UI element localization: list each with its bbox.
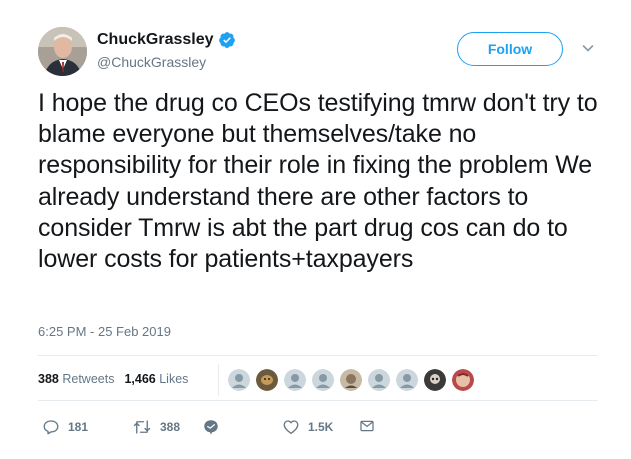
- stats-separator: [218, 364, 219, 396]
- avatar[interactable]: [38, 27, 87, 76]
- liker-avatar[interactable]: [340, 369, 362, 391]
- like-count: 1,466: [124, 372, 156, 386]
- retweet-icon: [133, 420, 151, 434]
- tweet-actions: 181 388 1.5K: [38, 418, 438, 438]
- direct-message-action[interactable]: [202, 418, 228, 436]
- liker-avatar[interactable]: [368, 369, 390, 391]
- share-action[interactable]: [359, 418, 383, 434]
- retweet-stat-label: Retweets: [62, 372, 115, 386]
- liker-avatars: [228, 369, 480, 391]
- liker-avatar[interactable]: [396, 369, 418, 391]
- envelope-icon: [360, 420, 374, 432]
- verified-badge-icon: [218, 31, 236, 49]
- like-stat-label: Likes: [159, 372, 189, 386]
- like-action[interactable]: 1.5K: [282, 418, 333, 436]
- divider: [38, 355, 598, 356]
- retweet-action-count: 388: [160, 420, 181, 434]
- retweet-count: 388: [38, 372, 59, 386]
- liker-avatar[interactable]: [284, 369, 306, 391]
- heart-icon: [283, 420, 299, 435]
- liker-avatar[interactable]: [312, 369, 334, 391]
- reply-action[interactable]: 181: [42, 418, 88, 436]
- reply-count: 181: [68, 420, 89, 434]
- user-handle[interactable]: @ChuckGrassley: [97, 54, 236, 70]
- retweet-action[interactable]: 388: [132, 418, 180, 436]
- retweet-stat[interactable]: 388 Retweets: [38, 372, 114, 386]
- tweet-timestamp[interactable]: 6:25 PM - 25 Feb 2019: [38, 324, 171, 339]
- liker-avatar[interactable]: [452, 369, 474, 391]
- direct-message-icon: [204, 420, 218, 435]
- liker-avatar[interactable]: [228, 369, 250, 391]
- divider: [38, 400, 598, 401]
- follow-button[interactable]: Follow: [457, 32, 563, 66]
- liker-avatar[interactable]: [424, 369, 446, 391]
- tweet-header: ChuckGrassley @ChuckGrassley Follow: [38, 27, 618, 77]
- tweet-stats: 388 Retweets 1,466 Likes: [38, 372, 188, 386]
- chevron-down-icon[interactable]: [581, 41, 595, 55]
- like-action-count: 1.5K: [308, 420, 334, 434]
- display-name[interactable]: ChuckGrassley: [97, 31, 214, 49]
- like-stat[interactable]: 1,466 Likes: [124, 372, 188, 386]
- liker-avatar[interactable]: [256, 369, 278, 391]
- tweet-text: I hope the drug co CEOs testifying tmrw …: [38, 89, 598, 274]
- reply-icon: [43, 420, 59, 435]
